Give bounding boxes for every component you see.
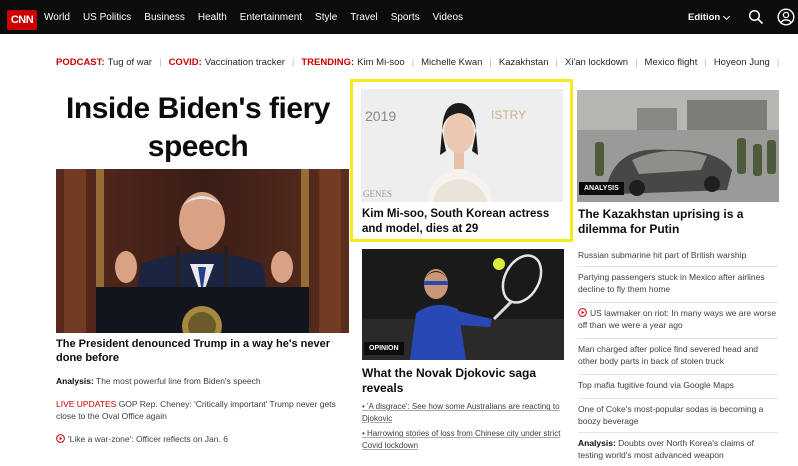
djokovic-related-links: • 'A disgrace': See how some Australians… <box>362 401 567 455</box>
divider: | <box>159 57 162 68</box>
headline-link[interactable]: Russian submarine hit part of British wa… <box>578 245 778 261</box>
photo-backdrop-brand2: ISTRY <box>491 108 526 122</box>
kim-mi-soo-illustration: 2019 ISTRY GENES <box>361 89 563 202</box>
video-text: 'Like a war-zone': Officer reflects on J… <box>68 434 228 444</box>
chevron-down-icon <box>723 12 731 20</box>
nav-link-sports[interactable]: Sports <box>391 12 420 23</box>
related-link[interactable]: • Harrowing stories of loss from Chinese… <box>362 428 567 451</box>
user-account-icon[interactable] <box>777 8 795 26</box>
divider: | <box>555 57 558 68</box>
edition-label: Edition <box>688 12 721 23</box>
photo-backdrop-brand: GENES <box>363 189 392 199</box>
search-icon[interactable] <box>748 9 764 25</box>
podcast-link[interactable]: Tug of war <box>108 57 153 68</box>
opinion-badge: OPINION <box>364 342 404 355</box>
nav-link-entertainment[interactable]: Entertainment <box>240 12 302 23</box>
kim-mi-soo-headline[interactable]: Kim Mi-soo, South Korean actress and mod… <box>362 207 567 237</box>
headline-text: US lawmaker on riot: In many ways we are… <box>578 308 777 330</box>
analysis-text: The most powerful line from Biden's spee… <box>96 376 261 386</box>
trending-bar: PODCAST: Tug of war | COVID: Vaccination… <box>56 57 786 68</box>
play-icon <box>56 434 65 443</box>
analysis-badge: ANALYSIS <box>579 182 624 195</box>
trending-topic-link[interactable]: Xi'an lockdown <box>565 57 628 68</box>
podcast-label: PODCAST: <box>56 57 105 68</box>
live-updates-link[interactable]: LIVE UPDATES GOP Rep. Cheney: 'Criticall… <box>56 398 346 422</box>
trending-topic-link[interactable]: Michelle Kwan <box>421 57 482 68</box>
divider: | <box>635 57 638 68</box>
nav-link-style[interactable]: Style <box>315 12 337 23</box>
divider: | <box>489 57 492 68</box>
divider: | <box>704 57 707 68</box>
nav-link-business[interactable]: Business <box>144 12 185 23</box>
covid-label: COVID: <box>168 57 202 68</box>
nav-links: World US Politics Business Health Entert… <box>44 12 463 23</box>
kim-mi-soo-photo[interactable]: 2019 ISTRY GENES <box>361 89 563 202</box>
divider: | <box>776 57 780 68</box>
trending-topic-link[interactable]: Hoyeon Jung <box>714 57 770 68</box>
covid-link[interactable]: Vaccination tracker <box>205 57 285 68</box>
kazakhstan-headline[interactable]: The Kazakhstan uprising is a dilemma for… <box>578 207 780 237</box>
headline-link[interactable]: One of Coke's most-popular sodas is beco… <box>578 398 778 427</box>
video-link[interactable]: 'Like a war-zone': Officer reflects on J… <box>56 433 346 445</box>
headline-link[interactable]: US lawmaker on riot: In many ways we are… <box>578 302 778 331</box>
trending-topic-link[interactable]: Kim Mi-soo <box>357 57 405 68</box>
play-icon <box>578 308 587 317</box>
edition-menu[interactable]: Edition <box>688 12 731 23</box>
headline-link[interactable]: Partying passengers stuck in Mexico afte… <box>578 266 778 295</box>
nav-link-us-politics[interactable]: US Politics <box>83 12 131 23</box>
lead-headline[interactable]: Inside Biden's fiery speech <box>52 90 344 166</box>
trending-label: TRENDING: <box>301 57 355 68</box>
analysis-link[interactable]: Analysis: Doubts over North Korea's clai… <box>578 432 778 461</box>
nav-link-health[interactable]: Health <box>198 12 227 23</box>
divider: | <box>411 57 415 68</box>
trending-topic-link[interactable]: Mexico flight <box>645 57 698 68</box>
top-nav: CNN World US Politics Business Health En… <box>0 0 798 34</box>
live-updates-label: LIVE UPDATES <box>56 399 117 409</box>
analysis-label: Analysis: <box>578 438 616 448</box>
divider: | <box>291 57 295 68</box>
biden-speech-illustration <box>56 169 349 333</box>
analysis-label: Analysis: <box>56 376 94 386</box>
cnn-logo[interactable]: CNN <box>7 10 37 30</box>
nav-link-videos[interactable]: Videos <box>433 12 463 23</box>
related-link[interactable]: • 'A disgrace': See how some Australians… <box>362 401 567 424</box>
headline-link[interactable]: Top mafia fugitive found via Google Maps <box>578 374 778 391</box>
djokovic-headline[interactable]: What the Novak Djokovic saga reveals <box>362 366 567 396</box>
trending-topic-link[interactable]: Kazakhstan <box>499 57 549 68</box>
nav-link-travel[interactable]: Travel <box>350 12 377 23</box>
lead-caption[interactable]: The President denounced Trump in a way h… <box>56 337 348 365</box>
photo-backdrop-text: 2019 <box>365 108 396 124</box>
nav-link-world[interactable]: World <box>44 12 70 23</box>
analysis-link[interactable]: Analysis: The most powerful line from Bi… <box>56 375 346 387</box>
biden-speech-photo[interactable] <box>56 169 349 333</box>
headline-link[interactable]: Man charged after police find severed he… <box>578 338 778 367</box>
